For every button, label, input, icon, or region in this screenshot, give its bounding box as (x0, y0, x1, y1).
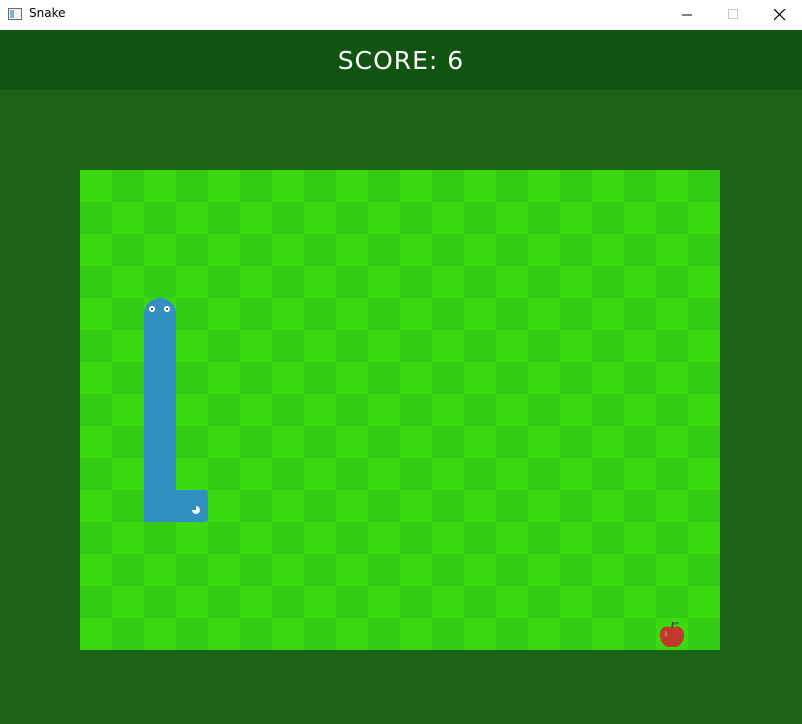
close-icon (774, 9, 786, 21)
apple-icon (660, 621, 684, 648)
score-label: SCORE: 6 (337, 46, 465, 75)
game-board (80, 170, 720, 650)
score-bar: SCORE: 6 (0, 30, 802, 90)
minimize-icon (682, 14, 692, 16)
snake-body (144, 298, 176, 522)
snake-tail (176, 490, 208, 522)
app-icon (8, 8, 22, 20)
minimize-button[interactable] (664, 0, 710, 30)
close-button[interactable] (756, 0, 802, 30)
snake-eye-right (164, 306, 170, 312)
maximize-button[interactable] (710, 0, 756, 30)
snake-eye-left (149, 306, 155, 312)
maximize-icon (728, 9, 738, 19)
window-title: Snake (29, 6, 66, 20)
title-bar: Snake (0, 0, 802, 30)
snake-tail-marker (191, 505, 200, 514)
